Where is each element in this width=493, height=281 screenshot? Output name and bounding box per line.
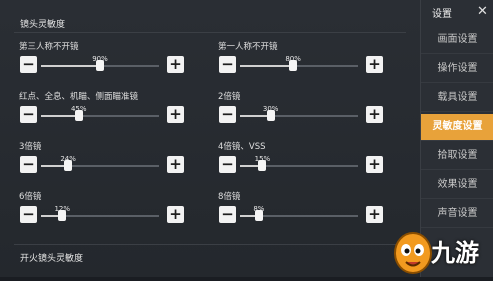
slider-handle[interactable]	[258, 160, 267, 171]
section-title-fire-camera[interactable]: 开火镜头灵敏度	[20, 251, 83, 264]
slider-handle[interactable]	[64, 160, 73, 171]
slider-fill	[41, 65, 100, 67]
slider-label: 8倍镜	[218, 192, 241, 202]
slider-handle[interactable]	[254, 210, 263, 221]
slider-handle[interactable]	[74, 110, 83, 121]
slider-track[interactable]	[41, 210, 159, 221]
plus-icon[interactable]: +	[167, 206, 184, 223]
section-divider-bottom	[14, 244, 406, 245]
sensitivity-slider[interactable]: 第一人称不开镜 −80% +	[218, 40, 398, 80]
minus-icon[interactable]: −	[20, 56, 37, 73]
minus-icon[interactable]: −	[219, 56, 236, 73]
slider-track[interactable]	[240, 60, 358, 71]
minus-icon[interactable]: −	[20, 156, 37, 173]
section-divider	[14, 32, 406, 33]
minus-icon[interactable]: −	[20, 206, 37, 223]
sensitivity-slider[interactable]: 4倍镜、VSS −15% +	[218, 140, 398, 180]
slider-fill	[240, 65, 294, 67]
sidebar-item[interactable]: 效果设置	[421, 172, 493, 199]
minus-icon[interactable]: −	[219, 156, 236, 173]
plus-icon[interactable]: +	[167, 106, 184, 123]
sidebar-item[interactable]: 画面设置	[421, 27, 493, 54]
sensitivity-panel: 镜头灵敏度 第三人称不开镜 −90% + 第一人称不开镜 −80% + 红点、全息、机瞄、侧…	[0, 0, 420, 277]
slider-track[interactable]	[41, 160, 159, 171]
slider-handle[interactable]	[289, 60, 298, 71]
sensitivity-slider[interactable]: 6倍镜 −12% +	[19, 190, 199, 230]
slider-label: 2倍镜	[218, 92, 241, 102]
plus-icon[interactable]: +	[366, 206, 383, 223]
sensitivity-slider[interactable]: 2倍镜 −30% +	[218, 90, 398, 130]
close-icon[interactable]: ✕	[477, 4, 488, 19]
slider-fill	[41, 115, 79, 117]
sensitivity-slider[interactable]: 8倍镜 −8% +	[218, 190, 398, 230]
sidebar-item[interactable]: 操作设置	[421, 56, 493, 83]
plus-icon[interactable]: +	[167, 156, 184, 173]
slider-track[interactable]	[41, 110, 159, 121]
minus-icon[interactable]: −	[219, 206, 236, 223]
plus-icon[interactable]: +	[366, 56, 383, 73]
slider-label: 3倍镜	[19, 142, 42, 152]
sidebar-item[interactable]: 灵敏度设置	[421, 114, 493, 141]
minus-icon[interactable]: −	[20, 106, 37, 123]
slider-label: 第一人称不开镜	[218, 42, 278, 52]
minus-icon[interactable]: −	[219, 106, 236, 123]
sensitivity-slider[interactable]: 红点、全息、机瞄、侧面瞄准镜 −45% +	[19, 90, 199, 130]
plus-icon[interactable]: +	[167, 56, 184, 73]
slider-track[interactable]	[240, 160, 358, 171]
sidebar-title: 设置	[432, 9, 452, 20]
watermark-text: 九游	[431, 239, 479, 267]
slider-track[interactable]	[240, 210, 358, 221]
slider-label: 第三人称不开镜	[19, 42, 79, 52]
watermark-logo: 九游	[389, 217, 493, 277]
plus-icon[interactable]: +	[366, 106, 383, 123]
sensitivity-slider[interactable]: 3倍镜 −24% +	[19, 140, 199, 180]
slider-label: 6倍镜	[19, 192, 42, 202]
slider-label: 4倍镜、VSS	[218, 142, 266, 152]
slider-track[interactable]	[240, 110, 358, 121]
section-title-camera: 镜头灵敏度	[20, 20, 66, 30]
slider-handle[interactable]	[58, 210, 67, 221]
plus-icon[interactable]: +	[366, 156, 383, 173]
slider-handle[interactable]	[96, 60, 104, 71]
slider-label: 红点、全息、机瞄、侧面瞄准镜	[19, 92, 139, 102]
slider-track[interactable]	[41, 60, 159, 71]
slider-handle[interactable]	[266, 110, 275, 121]
sidebar-item[interactable]: 拾取设置	[421, 143, 493, 170]
sensitivity-slider[interactable]: 第三人称不开镜 −90% +	[19, 40, 199, 80]
sidebar-item[interactable]: 载具设置	[421, 85, 493, 112]
